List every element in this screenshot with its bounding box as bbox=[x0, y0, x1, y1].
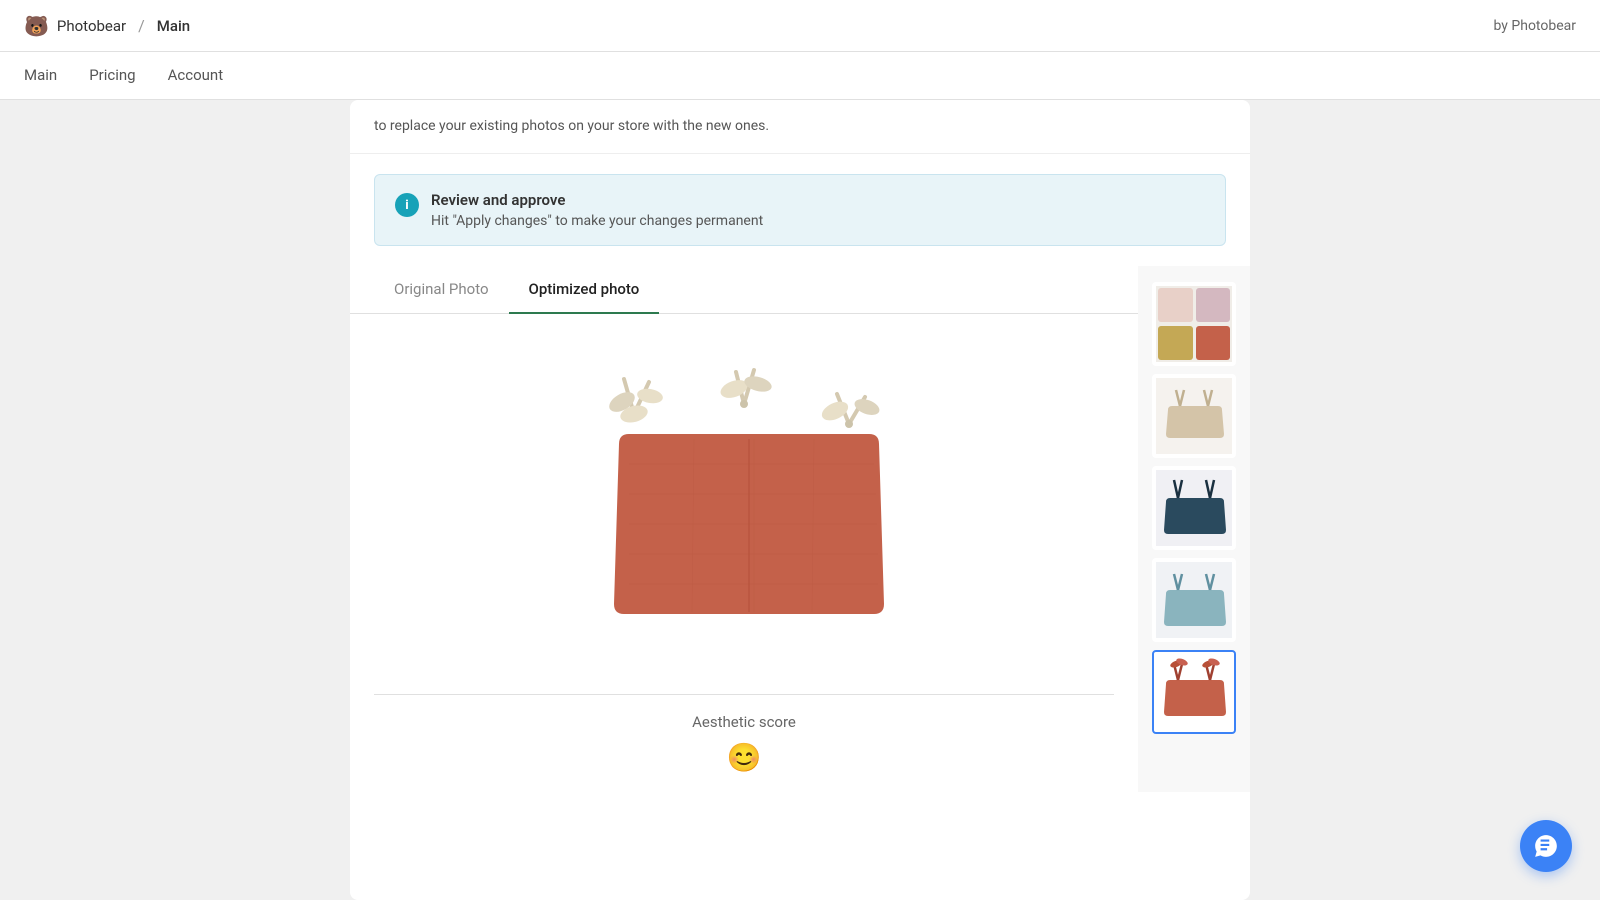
main-content: to replace your existing photos on your … bbox=[0, 100, 1600, 900]
intro-text: to replace your existing photos on your … bbox=[350, 100, 1250, 154]
chat-button[interactable] bbox=[1520, 820, 1572, 872]
by-label: by Photobear bbox=[1494, 18, 1576, 34]
score-section: Aesthetic score 😊 bbox=[374, 694, 1114, 792]
nav-item-account[interactable]: Account bbox=[168, 54, 224, 98]
thumbnail-2[interactable] bbox=[1152, 374, 1236, 458]
brand-area: 🐻 Photobear / Main bbox=[24, 14, 190, 38]
chat-icon bbox=[1533, 833, 1559, 859]
tab-optimized-photo[interactable]: Optimized photo bbox=[509, 266, 660, 314]
tab-original-photo[interactable]: Original Photo bbox=[374, 266, 509, 314]
score-emoji: 😊 bbox=[374, 741, 1114, 774]
thumbnail-4[interactable] bbox=[1152, 558, 1236, 642]
info-banner: i Review and approve Hit "Apply changes"… bbox=[374, 174, 1226, 246]
logo-icon: 🐻 bbox=[24, 14, 49, 38]
nav-item-main[interactable]: Main bbox=[24, 54, 57, 98]
tabs-row: Original Photo Optimized photo bbox=[350, 266, 1138, 314]
thumbnail-3[interactable] bbox=[1152, 466, 1236, 550]
main-photo-area bbox=[350, 314, 1138, 694]
thumbnails-column bbox=[1138, 266, 1250, 792]
banner-title: Review and approve bbox=[431, 191, 763, 209]
brand-separator: / bbox=[138, 16, 145, 35]
brand-name: Photobear bbox=[57, 17, 126, 35]
secondary-navigation: Main Pricing Account bbox=[0, 52, 1600, 100]
info-text: Review and approve Hit "Apply changes" t… bbox=[431, 191, 763, 229]
info-icon: i bbox=[395, 193, 419, 217]
nav-item-pricing[interactable]: Pricing bbox=[89, 54, 135, 98]
thumbnail-5[interactable] bbox=[1152, 650, 1236, 734]
thumbnail-1[interactable] bbox=[1152, 282, 1236, 366]
product-image bbox=[534, 344, 954, 664]
score-label: Aesthetic score bbox=[374, 713, 1114, 731]
banner-subtitle: Hit "Apply changes" to make your changes… bbox=[431, 213, 763, 229]
top-navigation: 🐻 Photobear / Main by Photobear bbox=[0, 0, 1600, 52]
page-name: Main bbox=[157, 17, 190, 35]
